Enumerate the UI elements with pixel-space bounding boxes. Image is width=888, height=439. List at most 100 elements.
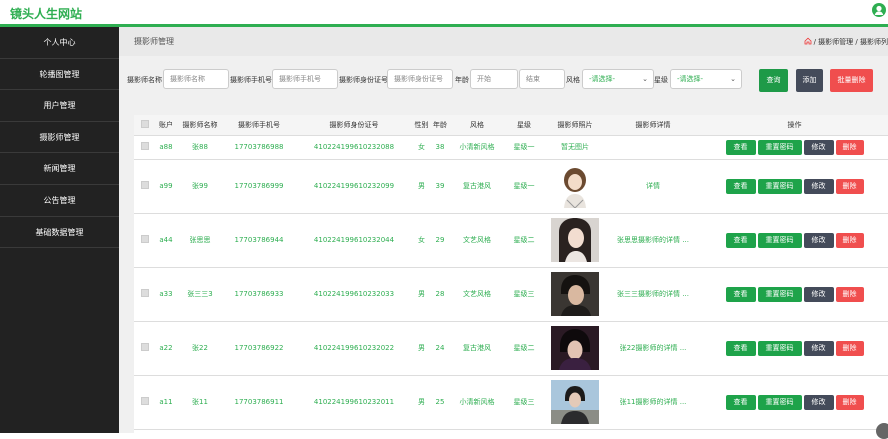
cell-account: a11 [156, 375, 176, 430]
col-age: 年龄 [429, 115, 451, 136]
search-filter-bar: 摄影师名称 摄影师手机号 摄影师身份证号 年龄 风格 -请选择- ⌄ 星级 -请选… [119, 67, 888, 97]
cell-style: 小清新风格 [451, 135, 503, 160]
edit-button[interactable]: 修改 [803, 178, 834, 194]
cell-account: a99 [156, 159, 176, 214]
edit-button[interactable]: 修改 [803, 232, 834, 248]
cell-phone: 17703786933 [224, 267, 294, 322]
age-filter-label: 年龄 [455, 76, 469, 84]
col-actions: 操作 [701, 115, 888, 136]
age-start-input[interactable] [470, 69, 518, 89]
phone-filter-input[interactable] [272, 69, 338, 89]
cell-style: 文艺风格 [451, 267, 503, 322]
checkbox-icon [141, 181, 149, 189]
sidebar-item-photographers[interactable]: 摄影师管理 [0, 122, 119, 154]
cell-detail: 张三三摄影师的详情 ... [605, 267, 701, 322]
cell-detail: 张思思摄影师的详情 ... [605, 213, 701, 268]
level-filter-select[interactable]: -请选择- ⌄ [670, 69, 742, 89]
site-title: 镜头人生网站 [10, 7, 83, 21]
cell-age: 25 [429, 375, 451, 430]
cell-idcard: 410224199610232022 [294, 321, 414, 376]
reset-password-button[interactable]: 重置密码 [757, 394, 802, 410]
photographer-photo [551, 272, 599, 316]
delete-button[interactable]: 删除 [835, 232, 864, 248]
reset-password-button[interactable]: 重置密码 [757, 340, 802, 356]
sidebar-item-base-data[interactable]: 基础数据管理 [0, 217, 119, 249]
view-button[interactable]: 查看 [725, 340, 756, 356]
checkbox-icon [141, 289, 149, 297]
row-checkbox[interactable] [134, 213, 156, 268]
view-button[interactable]: 查看 [725, 232, 756, 248]
delete-button[interactable]: 删除 [835, 340, 864, 356]
batch-delete-button[interactable]: 批量删除 [830, 69, 873, 92]
delete-button[interactable]: 删除 [835, 178, 864, 194]
phone-filter-label: 摄影师手机号 [230, 76, 272, 84]
cell-level: 星级二 [503, 213, 545, 268]
cell-name: 张思思 [176, 213, 224, 268]
col-account: 账户 [156, 115, 176, 136]
edit-button[interactable]: 修改 [803, 394, 834, 410]
view-button[interactable]: 查看 [725, 178, 756, 194]
cell-photo [545, 375, 605, 430]
row-checkbox[interactable] [134, 267, 156, 322]
sidebar-item-news[interactable]: 新闻管理 [0, 153, 119, 185]
cell-gender: 男 [414, 159, 429, 214]
reset-password-button[interactable]: 重置密码 [757, 232, 802, 248]
table-header-row: 账户 摄影师名称 摄影师手机号 摄影师身份证号 性别 年龄 风格 星级 摄影师照… [134, 115, 888, 136]
delete-button[interactable]: 删除 [835, 286, 864, 302]
sidebar: 个人中心 轮播图管理 用户管理 摄影师管理 新闻管理 公告管理 基础数据管理 [0, 27, 119, 433]
user-icon[interactable] [872, 3, 886, 17]
table-row: a88 张88 17703786988 410224199610232088 女… [134, 135, 888, 160]
cell-account: a44 [156, 213, 176, 268]
edit-button[interactable]: 修改 [803, 340, 834, 356]
cell-gender: 女 [414, 213, 429, 268]
col-name: 摄影师名称 [176, 115, 224, 136]
cell-phone: 17703786999 [224, 159, 294, 214]
sidebar-item-announcements[interactable]: 公告管理 [0, 185, 119, 217]
cell-age: 28 [429, 267, 451, 322]
query-button[interactable]: 查询 [759, 69, 788, 92]
name-filter-label: 摄影师名称 [127, 76, 162, 84]
row-checkbox[interactable] [134, 375, 156, 430]
view-button[interactable]: 查看 [725, 394, 756, 410]
idcard-filter-input[interactable] [387, 69, 453, 89]
age-end-input[interactable] [519, 69, 565, 89]
cell-actions: 查看 重置密码 修改 删除 [701, 321, 888, 376]
scroll-to-top-button[interactable] [876, 423, 888, 439]
edit-button[interactable]: 修改 [803, 139, 834, 155]
cell-detail: 张22摄影师的详情 ... [605, 321, 701, 376]
cell-style: 复古港风 [451, 159, 503, 214]
cell-photo [545, 321, 605, 376]
row-checkbox[interactable] [134, 135, 156, 160]
edit-button[interactable]: 修改 [803, 286, 834, 302]
style-filter-select[interactable]: -请选择- ⌄ [582, 69, 654, 89]
select-all-checkbox[interactable] [134, 115, 156, 136]
delete-button[interactable]: 删除 [835, 139, 864, 155]
row-checkbox[interactable] [134, 159, 156, 214]
cell-name: 张22 [176, 321, 224, 376]
cell-name: 张88 [176, 135, 224, 160]
view-button[interactable]: 查看 [725, 139, 756, 155]
cell-gender: 男 [414, 375, 429, 430]
sidebar-item-users[interactable]: 用户管理 [0, 90, 119, 122]
home-icon[interactable] [804, 37, 812, 45]
row-checkbox[interactable] [134, 321, 156, 376]
delete-button[interactable]: 删除 [835, 394, 864, 410]
cell-phone: 17703786922 [224, 321, 294, 376]
photographer-photo [551, 380, 599, 424]
reset-password-button[interactable]: 重置密码 [757, 139, 802, 155]
cell-photo [545, 267, 605, 322]
sidebar-item-carousel[interactable]: 轮播图管理 [0, 59, 119, 91]
cell-idcard: 410224199610232011 [294, 375, 414, 430]
sidebar-item-personal-center[interactable]: 个人中心 [0, 27, 119, 59]
view-button[interactable]: 查看 [725, 286, 756, 302]
cell-gender: 男 [414, 321, 429, 376]
reset-password-button[interactable]: 重置密码 [757, 178, 802, 194]
breadcrumb-text: / 摄影师管理 / 摄影师列 [813, 38, 888, 46]
cell-gender: 女 [414, 135, 429, 160]
cell-level: 星级三 [503, 375, 545, 430]
col-style: 风格 [451, 115, 503, 136]
reset-password-button[interactable]: 重置密码 [757, 286, 802, 302]
table-row: a44 张思思 17703786944 410224199610232044 女… [134, 213, 888, 268]
add-button[interactable]: 添加 [796, 69, 823, 92]
name-filter-input[interactable] [163, 69, 229, 89]
